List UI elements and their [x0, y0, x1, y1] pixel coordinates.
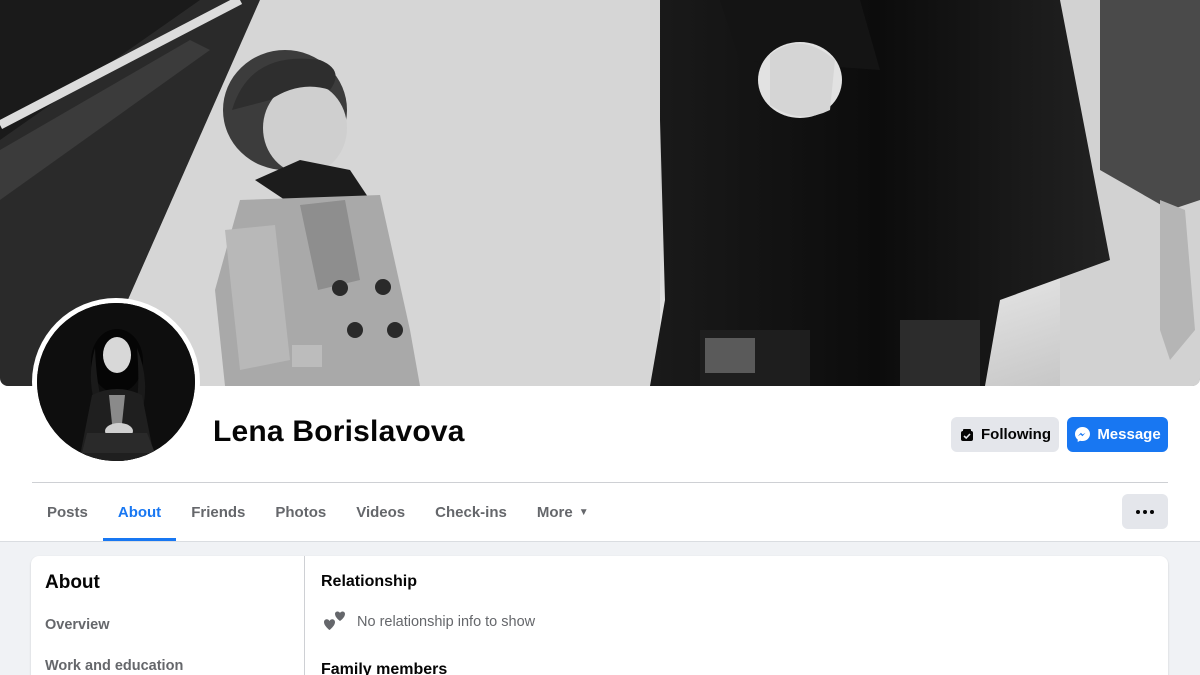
messenger-icon: [1075, 427, 1091, 442]
avatar-photo: [37, 303, 195, 461]
relationship-title: Relationship: [321, 573, 418, 590]
tab-videos[interactable]: Videos: [341, 483, 420, 541]
about-nav-overview[interactable]: Overview: [45, 617, 110, 633]
tab-photos[interactable]: Photos: [260, 483, 341, 541]
header-shadow: [0, 541, 1200, 542]
profile-header: Lena Borislavova Following Message Posts…: [0, 0, 1200, 541]
about-card: About Overview Work and education Relati…: [31, 556, 1168, 675]
profile-tabs: Posts About Friends Photos Videos Check-…: [32, 483, 604, 541]
following-label: Following: [981, 426, 1051, 443]
relationship-row: No relationship info to show: [321, 610, 535, 634]
about-title: About: [45, 572, 100, 593]
caret-down-icon: ▼: [578, 506, 589, 518]
family-members-title: Family members: [321, 661, 448, 675]
tab-label: Check-ins: [435, 503, 507, 521]
message-button[interactable]: Message: [1067, 417, 1168, 452]
tab-label: Videos: [356, 503, 406, 521]
following-button[interactable]: Following: [951, 417, 1059, 452]
tab-label: Photos: [275, 503, 327, 521]
tab-label: About: [117, 503, 162, 521]
about-nav: About Overview Work and education: [31, 556, 305, 675]
tab-label: More: [536, 503, 573, 521]
message-label: Message: [1097, 426, 1161, 443]
tab-more[interactable]: More ▼: [522, 483, 604, 541]
ellipsis-icon: [1136, 509, 1154, 514]
tab-posts[interactable]: Posts: [32, 483, 103, 541]
tab-about[interactable]: About: [102, 483, 177, 541]
following-icon: [961, 428, 973, 441]
profile-avatar[interactable]: [32, 298, 200, 466]
about-nav-work-education[interactable]: Work and education: [45, 658, 183, 674]
profile-name: Lena Borislavova: [213, 415, 465, 448]
tab-label: Posts: [47, 503, 88, 521]
more-options-button[interactable]: [1122, 494, 1168, 529]
tab-friends[interactable]: Friends: [176, 483, 260, 541]
tab-check-ins[interactable]: Check-ins: [420, 483, 522, 541]
tab-label: Friends: [191, 503, 246, 521]
relationship-text: No relationship info to show: [357, 614, 536, 630]
hearts-icon: [324, 611, 345, 630]
